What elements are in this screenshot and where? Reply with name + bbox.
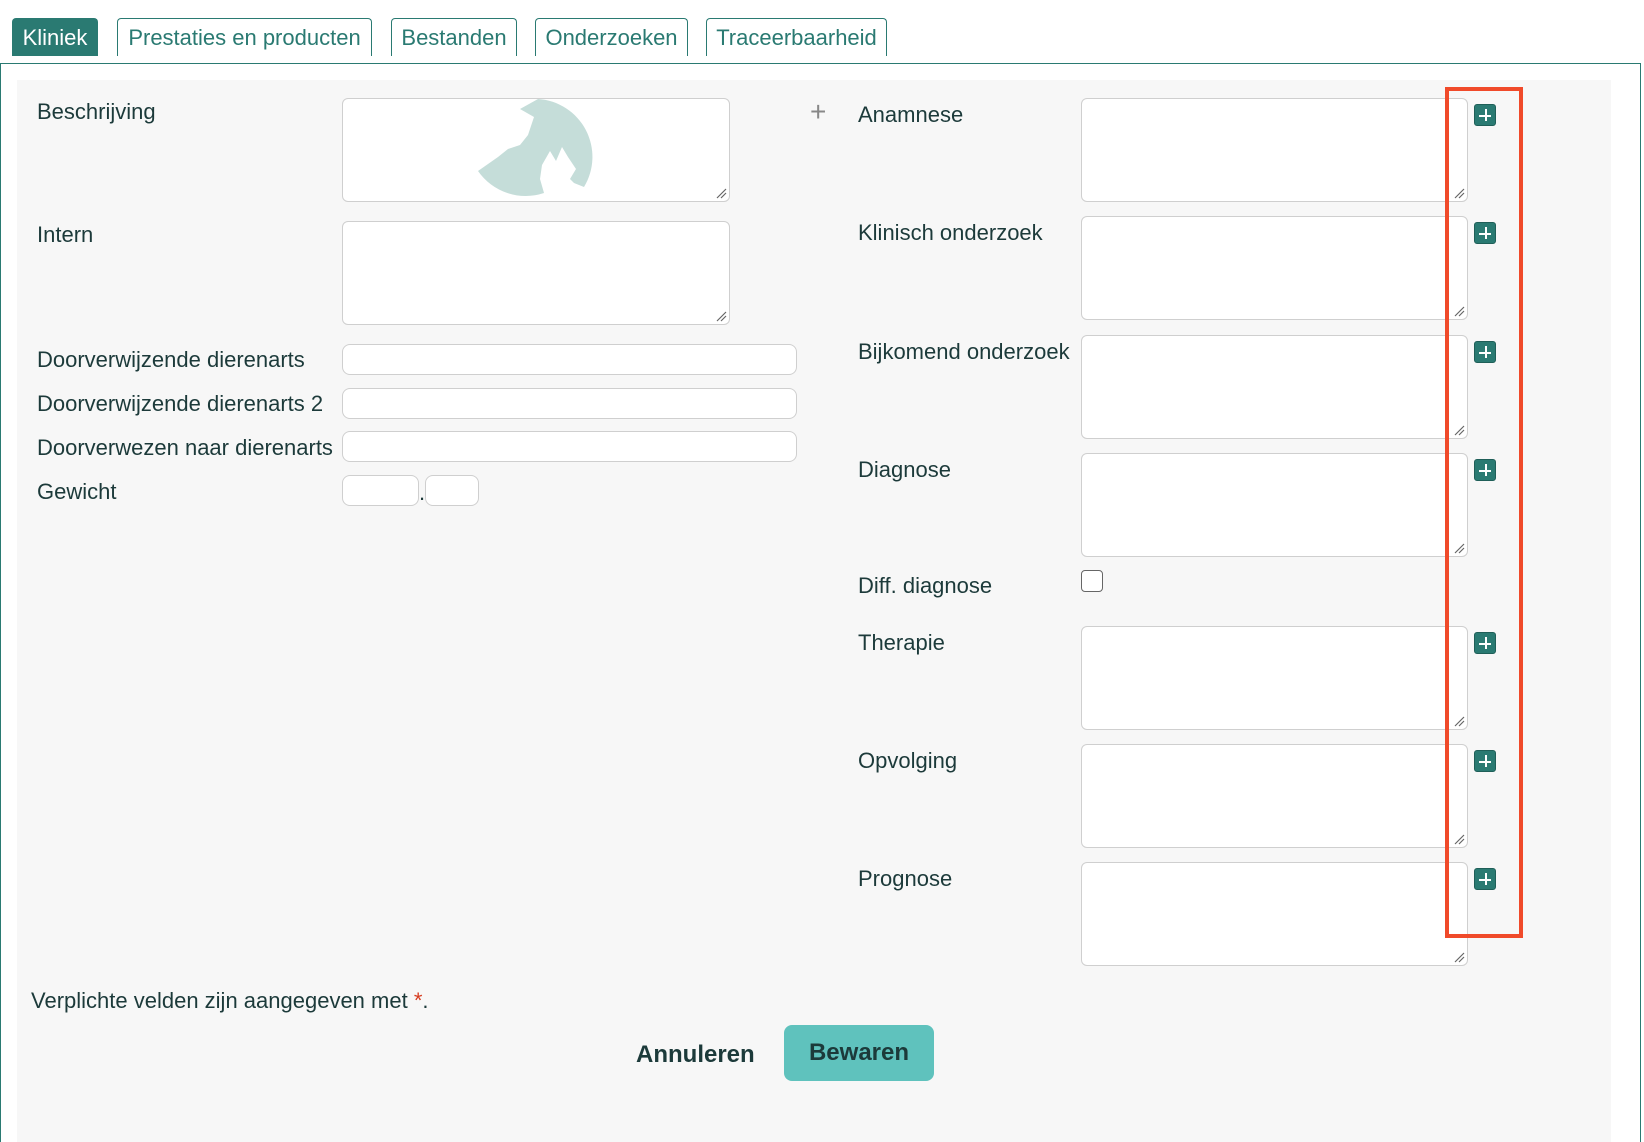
- label-therapie: Therapie: [858, 630, 945, 655]
- opvolging-textarea[interactable]: [1081, 744, 1468, 848]
- bijkomend-onderzoek-textarea[interactable]: [1081, 335, 1468, 439]
- diagnose-textarea[interactable]: [1081, 453, 1468, 557]
- label-bijkomend-onderzoek: Bijkomend onderzoek: [858, 339, 1070, 364]
- intern-textarea[interactable]: [342, 221, 730, 325]
- save-button[interactable]: Bewaren: [784, 1025, 934, 1081]
- therapie-textarea[interactable]: [1081, 626, 1468, 730]
- required-fields-note: Verplichte velden zijn aangegeven met *.: [31, 988, 429, 1014]
- required-fields-period: .: [422, 988, 429, 1013]
- label-diagnose: Diagnose: [858, 457, 951, 482]
- add-plus-icon[interactable]: +: [810, 98, 826, 126]
- gewicht-decimal-input[interactable]: [425, 475, 479, 506]
- label-doorverwijzende-dierenarts: Doorverwijzende dierenarts: [37, 347, 305, 372]
- label-intern: Intern: [37, 222, 94, 247]
- anamnese-textarea[interactable]: [1081, 98, 1468, 202]
- resize-handle-icon[interactable]: [1453, 951, 1465, 963]
- tab-bestanden[interactable]: Bestanden: [391, 18, 517, 56]
- beschrijving-textarea[interactable]: [342, 98, 730, 202]
- resize-handle-icon[interactable]: [715, 310, 727, 322]
- prognose-textarea[interactable]: [1081, 862, 1468, 966]
- label-diff-diagnose: Diff. diagnose: [858, 573, 993, 598]
- label-doorverwijzende-dierenarts-2: Doorverwijzende dierenarts 2: [37, 391, 324, 416]
- label-beschrijving: Beschrijving: [37, 99, 156, 124]
- cancel-button[interactable]: Annuleren: [630, 1040, 761, 1070]
- tab-onderzoeken[interactable]: Onderzoeken: [535, 18, 688, 56]
- label-gewicht: Gewicht: [37, 479, 117, 504]
- label-prognose: Prognose: [858, 866, 953, 891]
- doorverwijzende-dierenarts-input[interactable]: [342, 344, 797, 375]
- required-fields-text: Verplichte velden zijn aangegeven met: [31, 988, 414, 1013]
- diff-diagnose-checkbox[interactable]: [1081, 570, 1103, 592]
- loading-spinner-icon: [478, 99, 593, 196]
- resize-handle-icon[interactable]: [715, 187, 727, 199]
- label-klinisch-onderzoek: Klinisch onderzoek: [858, 220, 1043, 245]
- tab-prestaties-en-producten[interactable]: Prestaties en producten: [117, 18, 372, 56]
- tab-kliniek[interactable]: Kliniek: [12, 18, 98, 56]
- doorverwezen-naar-dierenarts-input[interactable]: [342, 431, 797, 462]
- label-anamnese: Anamnese: [858, 102, 964, 127]
- klinisch-onderzoek-textarea[interactable]: [1081, 216, 1468, 320]
- tab-traceerbaarheid[interactable]: Traceerbaarheid: [706, 18, 887, 56]
- highlight-annotation-box: [1445, 87, 1523, 938]
- doorverwijzende-dierenarts-2-input[interactable]: [342, 388, 797, 419]
- label-doorverwezen-naar-dierenarts: Doorverwezen naar dierenarts: [37, 435, 333, 460]
- label-opvolging: Opvolging: [858, 748, 958, 773]
- gewicht-whole-input[interactable]: [342, 475, 419, 506]
